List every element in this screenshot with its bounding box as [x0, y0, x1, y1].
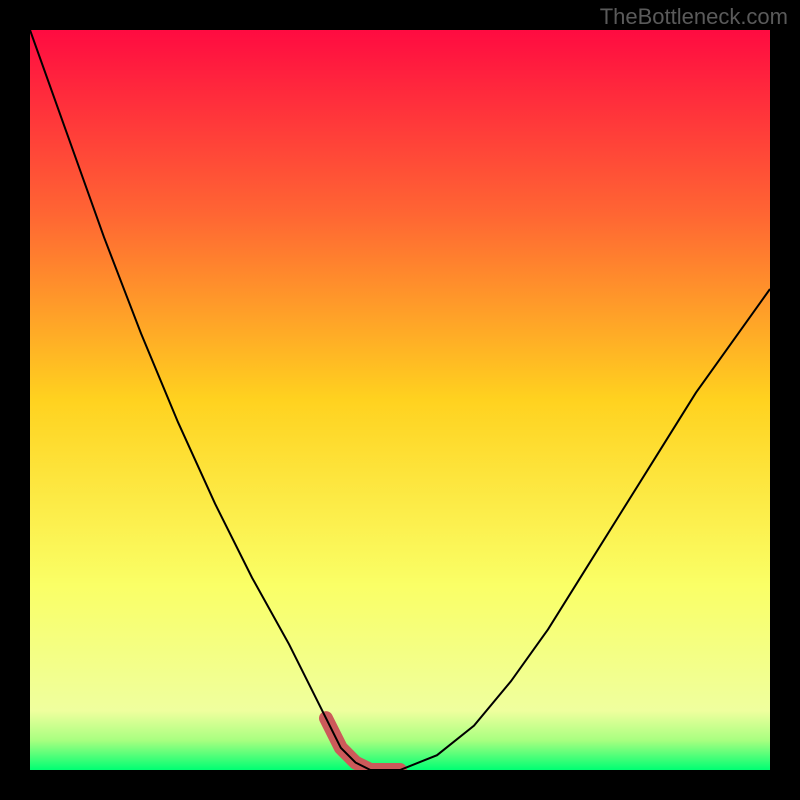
chart-svg [30, 30, 770, 770]
watermark-text: TheBottleneck.com [600, 4, 788, 30]
gradient-background [30, 30, 770, 770]
chart-plot-area [30, 30, 770, 770]
